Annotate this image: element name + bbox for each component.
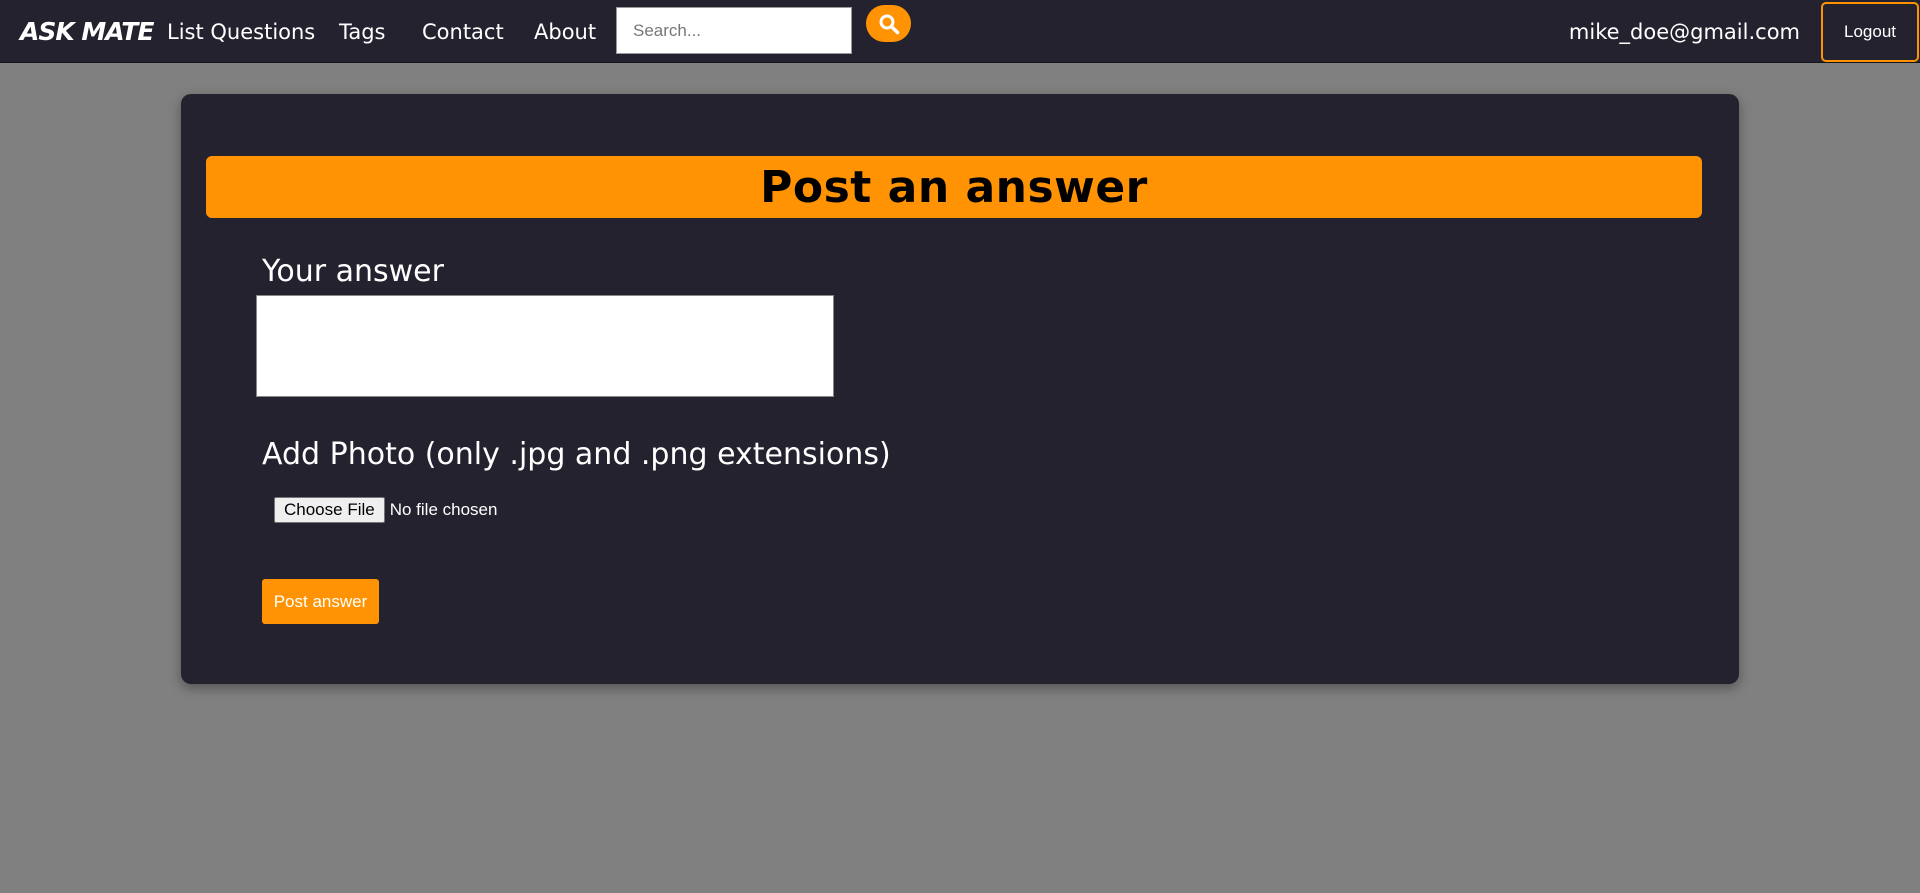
page-title: Post an answer [760, 161, 1148, 213]
search-button[interactable] [866, 5, 911, 42]
answer-form-card: Post an answer Your answer Add Photo (on… [181, 94, 1739, 684]
post-answer-button[interactable]: Post answer [262, 579, 379, 624]
file-input[interactable]: Choose File No file chosen [274, 496, 497, 524]
file-status-text: No file chosen [389, 500, 498, 519]
form-title-banner: Post an answer [206, 156, 1702, 218]
nav-link-tags[interactable]: Tags [339, 18, 386, 46]
nav-link-about[interactable]: About [534, 18, 596, 46]
logout-button[interactable]: Logout [1821, 2, 1919, 62]
search-icon [879, 14, 899, 34]
search-input[interactable] [616, 7, 852, 54]
app-logo[interactable]: ASK MATE [20, 15, 154, 49]
answer-textarea[interactable] [256, 295, 834, 397]
user-email: mike_doe@gmail.com [1568, 20, 1800, 44]
photo-label: Add Photo (only .jpg and .png extensions… [262, 437, 891, 472]
nav-link-list-questions[interactable]: List Questions [167, 18, 315, 46]
answer-label: Your answer [262, 254, 444, 289]
top-navbar: ASK MATE List Questions Tags Contact Abo… [0, 0, 1920, 63]
choose-file-button[interactable]: Choose File [274, 497, 385, 523]
nav-link-contact[interactable]: Contact [422, 18, 504, 46]
